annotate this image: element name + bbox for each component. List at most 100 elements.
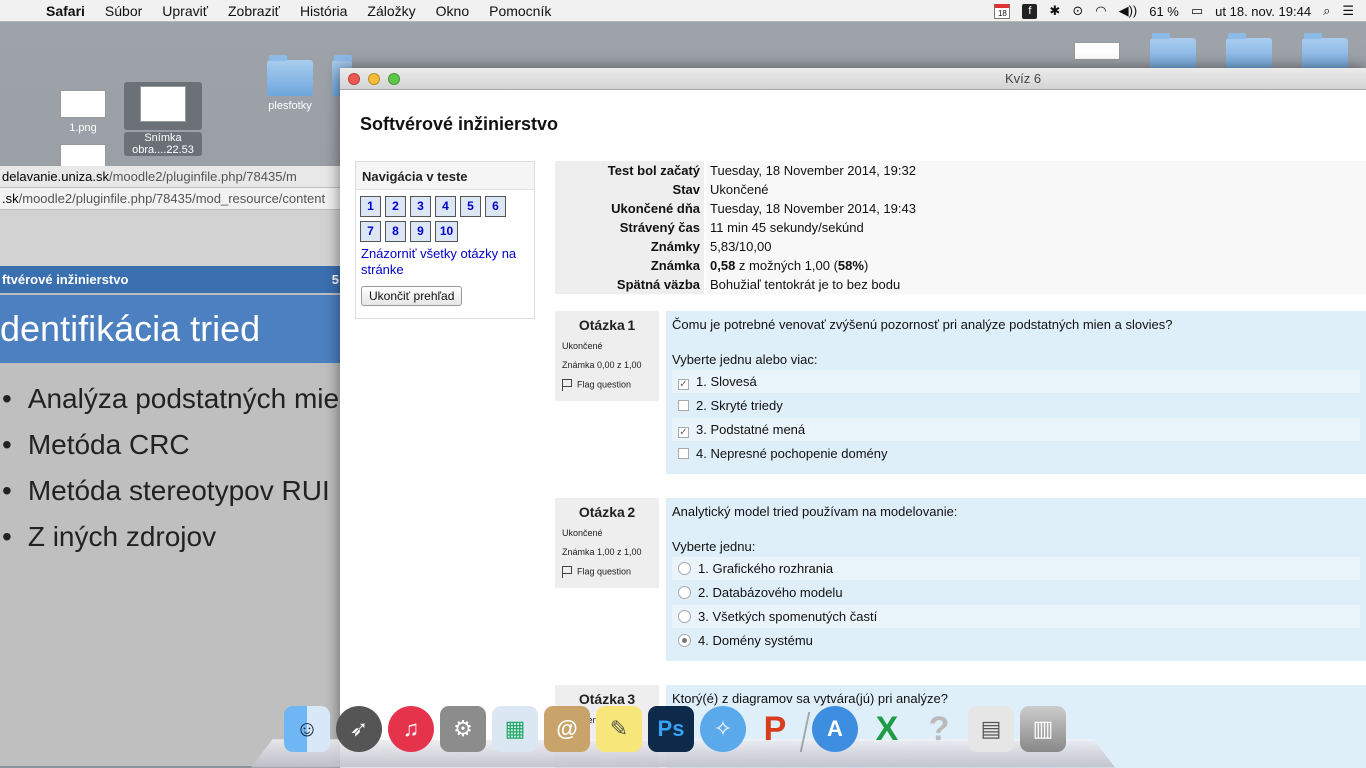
question-nav-button-3[interactable]: 3 <box>410 196 431 217</box>
window-title: Kvíz 6 <box>1004 71 1042 86</box>
menu-file[interactable]: Súbor <box>105 3 142 19</box>
bluetooth-icon[interactable]: ✱ <box>1049 3 1060 19</box>
trash-icon[interactable]: ▥ <box>1020 706 1066 752</box>
summary-value: 11 min 45 sekundy/sekúnd <box>705 218 1366 237</box>
answer-option[interactable]: 1. Grafického rozhrania <box>672 557 1360 580</box>
answer-option[interactable]: 4. Domény systému <box>672 629 1360 652</box>
safari-icon[interactable]: ✧ <box>700 706 746 752</box>
radio-icon[interactable] <box>678 610 691 623</box>
question-nav-button-10[interactable]: 10 <box>435 221 458 242</box>
window-titlebar[interactable]: Kvíz 6 <box>340 68 1366 90</box>
minimize-window-button[interactable] <box>368 73 380 85</box>
desktop-folder-plesfotky[interactable]: plesfotky <box>262 55 318 112</box>
question-nav-button-8[interactable]: 8 <box>385 221 406 242</box>
summary-label: Spätná väzba <box>555 275 706 294</box>
menu-edit[interactable]: Upraviť <box>162 3 208 19</box>
url-bar-2[interactable]: .sk/moodle2/pluginfile.php/78435/mod_res… <box>0 188 345 210</box>
question-label: Otázka <box>578 504 625 520</box>
checkbox-checked-icon[interactable]: ✓ <box>678 379 689 390</box>
summary-value: Bohužiaľ tentokrát je to bez bodu <box>705 275 1366 294</box>
powerpoint-icon[interactable]: P <box>752 706 798 752</box>
dock: ☺ ➶ ♫ ⚙ ▦ @ ✎ Ps ✧ P A X ? ▤ ▥ <box>250 706 1116 768</box>
app-store-icon[interactable]: A <box>812 706 858 752</box>
desktop-file-screenshot[interactable]: Snímka obra....22.53 <box>124 82 202 156</box>
menu-bookmarks[interactable]: Záložky <box>367 3 415 19</box>
checkbox-icon[interactable] <box>678 448 689 459</box>
answer-option[interactable]: 2. Skryté triedy <box>672 394 1360 417</box>
question-text: Čomu je potrebné venovať zvýšenú pozorno… <box>672 317 1173 332</box>
show-all-questions-link[interactable]: Znázorniť všetky otázky na stránke <box>356 246 534 278</box>
question-nav-button-2[interactable]: 2 <box>385 196 406 217</box>
facebook-icon[interactable]: f <box>1022 3 1038 19</box>
page-title: Softvérové inžinierstvo <box>360 114 559 134</box>
slide-bullet: Analýza podstatných mie <box>0 383 345 429</box>
checkbox-checked-icon[interactable]: ✓ <box>678 427 689 438</box>
desktop-file-doc[interactable] <box>1074 42 1120 64</box>
notification-center-icon[interactable]: ☰ <box>1342 3 1354 19</box>
close-window-button[interactable] <box>348 73 360 85</box>
battery-percent[interactable]: 61 % <box>1149 4 1179 19</box>
preview-icon[interactable]: ▦ <box>492 706 538 752</box>
radio-icon[interactable] <box>678 562 691 575</box>
photoshop-icon[interactable]: Ps <box>648 706 694 752</box>
battery-icon[interactable]: ▭ <box>1191 3 1203 19</box>
menu-window[interactable]: Okno <box>436 3 469 19</box>
answer-option[interactable]: 4. Nepresné pochopenie domény <box>672 442 1360 465</box>
excel-icon[interactable]: X <box>864 706 910 752</box>
time-machine-icon[interactable]: ⊙ <box>1072 3 1083 19</box>
slide-bullet: Metóda stereotypov RUI <box>0 475 345 521</box>
question-nav-button-9[interactable]: 9 <box>410 221 431 242</box>
checkbox-icon[interactable] <box>678 400 689 411</box>
quiz-window: Kvíz 6 Softvérové inžinierstvo Navigácia… <box>340 68 1366 768</box>
dock-separator <box>799 712 811 752</box>
radio-selected-icon[interactable] <box>678 634 691 647</box>
answer-option[interactable]: ✓ 3. Podstatné mená <box>672 418 1360 441</box>
slide-title: dentifikácia tried <box>0 295 345 363</box>
wifi-icon[interactable]: ◠ <box>1095 3 1106 19</box>
answer-option[interactable]: 3. Všetkých spomenutých častí <box>672 605 1360 628</box>
radio-icon[interactable] <box>678 586 691 599</box>
menu-history[interactable]: História <box>300 3 347 19</box>
question-state: Ukončené <box>562 528 603 538</box>
answer-option[interactable]: ✓ 1. Slovesá <box>672 370 1360 393</box>
question-content: Analytický model tried používam na model… <box>666 498 1366 661</box>
contacts-icon[interactable]: @ <box>544 706 590 752</box>
question-nav-button-7[interactable]: 7 <box>360 221 381 242</box>
desktop-file-1png[interactable]: 1.png <box>58 90 108 134</box>
launchpad-icon[interactable]: ➶ <box>336 706 382 752</box>
summary-value: 0,58 z možných 1,00 (58%) <box>705 256 1366 275</box>
quiz-navigation-block: Navigácia v teste 1 2 3 4 5 6 7 8 9 10 Z… <box>355 161 535 319</box>
question-number: 1 <box>627 317 636 333</box>
system-preferences-icon[interactable]: ⚙ <box>440 706 486 752</box>
volume-icon[interactable]: ◀)) <box>1119 3 1138 19</box>
url-bar-1[interactable]: delavanie.uniza.sk/moodle2/pluginfile.ph… <box>0 166 345 188</box>
table-row: Test bol začatý Tuesday, 18 November 2014… <box>555 161 1366 180</box>
question-buttons: 1 2 3 4 5 6 7 8 9 10 <box>356 190 534 246</box>
clock[interactable]: ut 18. nov. 19:44 <box>1215 4 1311 19</box>
spotlight-icon[interactable]: ⌕ <box>1323 3 1330 19</box>
summary-value: Tuesday, 18 November 2014, 19:43 <box>705 199 1366 218</box>
screenshot-folder-icon[interactable]: ▤ <box>968 706 1014 752</box>
attempt-summary-table: Test bol začatý Tuesday, 18 November 2014… <box>555 161 1366 294</box>
question-nav-button-1[interactable]: 1 <box>360 196 381 217</box>
question-mark-icon[interactable]: ? <box>916 706 962 752</box>
flag-question-link[interactable]: Flag question <box>562 566 652 578</box>
stickies-icon[interactable]: ✎ <box>596 706 642 752</box>
table-row: Ukončené dňa Tuesday, 18 November 2014, 1… <box>555 199 1366 218</box>
menu-app-name[interactable]: Safari <box>46 3 85 19</box>
question-nav-button-5[interactable]: 5 <box>460 196 481 217</box>
menu-help[interactable]: Pomocník <box>489 3 551 19</box>
finder-icon[interactable]: ☺ <box>284 706 330 752</box>
answer-option[interactable]: 2. Databázového modelu <box>672 581 1360 604</box>
end-review-button[interactable]: Ukončiť prehľad <box>361 286 463 306</box>
calendar-icon[interactable]: 18 <box>994 3 1011 19</box>
flag-question-link[interactable]: Flag question <box>562 379 652 391</box>
menu-view[interactable]: Zobraziť <box>228 3 280 19</box>
question-nav-button-6[interactable]: 6 <box>485 196 506 217</box>
question-nav-button-4[interactable]: 4 <box>435 196 456 217</box>
itunes-icon[interactable]: ♫ <box>388 706 434 752</box>
summary-label: Strávený čas <box>555 218 706 237</box>
question-grade: Známka 1,00 z 1,00 <box>562 547 642 557</box>
zoom-window-button[interactable] <box>388 73 400 85</box>
question-content: Čomu je potrebné venovať zvýšenú pozorno… <box>666 311 1366 474</box>
